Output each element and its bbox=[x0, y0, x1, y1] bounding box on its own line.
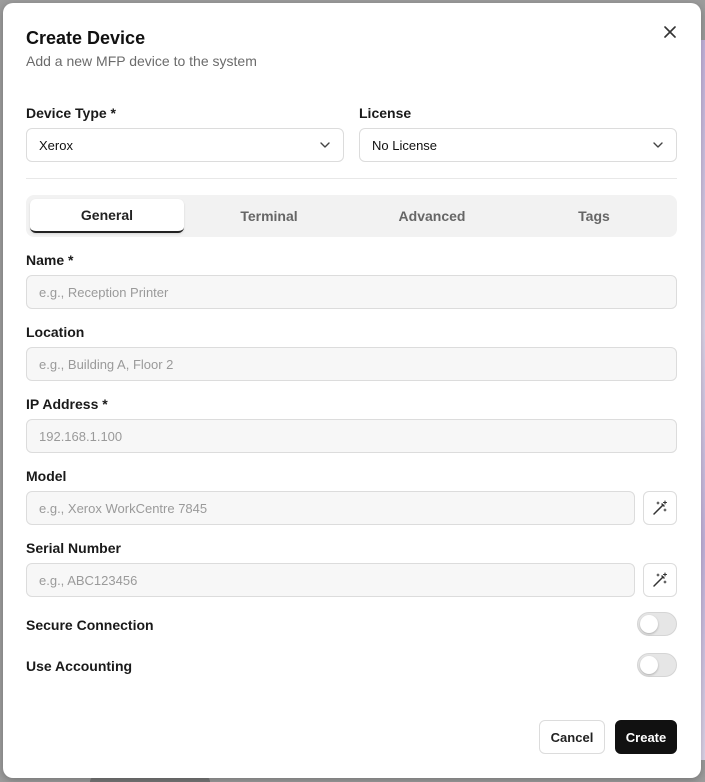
dialog-subtitle: Add a new MFP device to the system bbox=[26, 53, 257, 69]
tab-tags[interactable]: Tags bbox=[517, 199, 671, 233]
chevron-down-icon bbox=[653, 142, 663, 148]
license-select[interactable]: No License bbox=[359, 128, 677, 162]
use-accounting-label: Use Accounting bbox=[26, 658, 133, 674]
model-input[interactable] bbox=[26, 491, 635, 525]
tab-general[interactable]: General bbox=[30, 199, 184, 233]
tab-terminal[interactable]: Terminal bbox=[192, 199, 346, 233]
model-label: Model bbox=[26, 468, 67, 484]
secure-connection-toggle[interactable] bbox=[637, 612, 677, 636]
chevron-down-icon bbox=[320, 142, 330, 148]
secure-connection-label: Secure Connection bbox=[26, 617, 154, 633]
license-value: No License bbox=[372, 137, 438, 153]
tab-bar: General Terminal Advanced Tags bbox=[26, 195, 677, 237]
ip-address-label: IP Address * bbox=[26, 396, 108, 412]
section-divider bbox=[26, 178, 677, 179]
ip-address-input[interactable] bbox=[26, 419, 677, 453]
create-button[interactable]: Create bbox=[615, 720, 677, 754]
device-type-select[interactable]: Xerox bbox=[26, 128, 344, 162]
device-type-value: Xerox bbox=[39, 137, 73, 153]
create-device-dialog: Create Device Add a new MFP device to th… bbox=[3, 3, 701, 778]
name-label: Name * bbox=[26, 252, 74, 268]
toggle-knob bbox=[640, 656, 658, 674]
cancel-button[interactable]: Cancel bbox=[539, 720, 605, 754]
use-accounting-toggle[interactable] bbox=[637, 653, 677, 677]
toggle-knob bbox=[640, 615, 658, 633]
location-label: Location bbox=[26, 324, 85, 340]
model-autodetect-button[interactable] bbox=[643, 491, 677, 525]
close-icon bbox=[664, 26, 676, 38]
tab-advanced[interactable]: Advanced bbox=[355, 199, 509, 233]
magic-wand-icon bbox=[653, 572, 668, 587]
location-input[interactable] bbox=[26, 347, 677, 381]
dialog-title: Create Device bbox=[26, 28, 146, 48]
close-button[interactable] bbox=[661, 23, 679, 41]
license-label: License bbox=[359, 105, 412, 121]
serial-autodetect-button[interactable] bbox=[643, 563, 677, 597]
magic-wand-icon bbox=[653, 500, 668, 515]
serial-number-label: Serial Number bbox=[26, 540, 121, 556]
device-type-label: Device Type * bbox=[26, 105, 117, 121]
name-input[interactable] bbox=[26, 275, 677, 309]
serial-number-input[interactable] bbox=[26, 563, 635, 597]
